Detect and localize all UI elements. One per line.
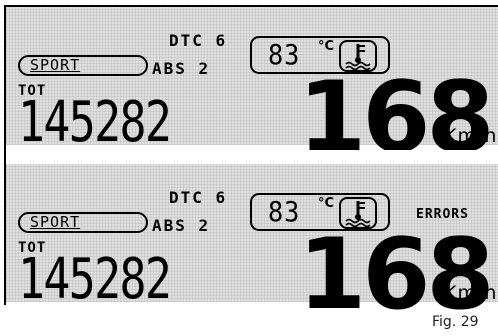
riding-mode-label: SPORT bbox=[30, 56, 81, 74]
dtc-level: DTC 6 bbox=[169, 31, 228, 50]
speed-value: 168 bbox=[298, 218, 495, 332]
speed-unit: Km/h bbox=[444, 282, 498, 304]
riding-mode-label: SPORT bbox=[30, 213, 81, 231]
engine-temperature-value: 83 bbox=[268, 195, 301, 228]
dashboard-display-normal: DTC 6 SPORT ABS 2 83 °C TOT 145282 168 K… bbox=[6, 7, 498, 167]
speed-unit: Km/h bbox=[444, 125, 498, 147]
abs-level: ABS 2 bbox=[152, 59, 211, 78]
odometer-value: 145282 bbox=[18, 247, 172, 312]
abs-level: ABS 2 bbox=[152, 216, 211, 235]
temperature-unit: °C bbox=[318, 39, 335, 54]
panel-divider bbox=[6, 150, 498, 160]
figure-caption: Fig. 29 bbox=[432, 314, 479, 330]
riding-mode-indicator: SPORT bbox=[18, 212, 148, 233]
odometer-value: 145282 bbox=[18, 90, 172, 155]
riding-mode-indicator: SPORT bbox=[18, 55, 148, 76]
temperature-unit: °C bbox=[318, 196, 335, 211]
dtc-level: DTC 6 bbox=[169, 188, 228, 207]
engine-temperature-value: 83 bbox=[268, 38, 301, 71]
dashboard-display-errors: DTC 6 SPORT ABS 2 83 °C ERRORS TOT 14528… bbox=[6, 164, 498, 324]
